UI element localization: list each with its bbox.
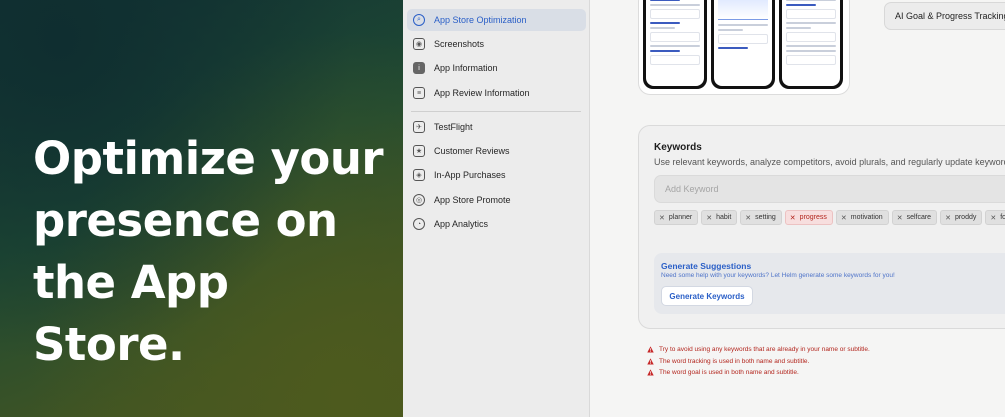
- warning-text: The word goal is used in both name and s…: [659, 369, 799, 377]
- keyword-tag-label: motivation: [850, 214, 883, 221]
- keyword-tag[interactable]: ✕ motivation: [835, 210, 889, 225]
- warning-text: Try to avoid using any keywords that are…: [659, 346, 870, 354]
- warning-triangle-icon: [647, 346, 654, 353]
- hero-title: Optimize your presence on the App Store.: [33, 128, 393, 376]
- hero-title-line: Optimize your: [33, 132, 384, 185]
- keyword-tag-label: proddy: [954, 214, 977, 221]
- tag-icon: ◈: [413, 169, 425, 181]
- sidebar-item-app-store-optimization[interactable]: ⌕ App Store Optimization: [407, 9, 586, 31]
- sidebar-item-label: Screenshots: [434, 39, 485, 49]
- screenshot-gallery: Monitor achievements regularly: [638, 0, 850, 95]
- warning-triangle-icon: [647, 358, 654, 365]
- screenshot-phone[interactable]: [643, 0, 707, 89]
- remove-tag-icon[interactable]: ✕: [745, 214, 751, 222]
- sidebar-item-label: In-App Purchases: [434, 170, 506, 180]
- hero-title-line: presence on: [33, 194, 338, 247]
- app-window: ⌕ App Store Optimization ◉ Screenshots i…: [403, 0, 1005, 417]
- screenshot-preview: [646, 0, 704, 86]
- generate-keywords-button[interactable]: Generate Keywords: [661, 286, 753, 306]
- info-icon: i: [413, 62, 425, 74]
- sidebar-item-app-information[interactable]: i App Information: [407, 57, 586, 79]
- remove-tag-icon[interactable]: ✕: [659, 214, 665, 222]
- pie-chart-icon: ◔: [413, 218, 425, 230]
- screenshot-caption: Monitor achievements regularly: [719, 55, 767, 80]
- sidebar-item-customer-reviews[interactable]: ★ Customer Reviews: [407, 140, 586, 162]
- sidebar-item-label: App Analytics: [434, 219, 489, 229]
- subtitle-field[interactable]: AI Goal & Progress Tracking: [884, 2, 1005, 30]
- keyword-tag-label: progress: [799, 214, 827, 221]
- remove-tag-icon[interactable]: ✕: [897, 214, 903, 222]
- hero-title-line: the App Store.: [33, 256, 229, 371]
- target-icon: ◎: [413, 194, 425, 206]
- keywords-card: Keywords Use relevant keywords, analyze …: [638, 125, 1005, 329]
- keyword-tag[interactable]: ✕ setting: [740, 210, 782, 225]
- sidebar-item-label: App Review Information: [434, 88, 530, 98]
- sidebar-item-testflight[interactable]: ✈ TestFlight: [407, 116, 586, 138]
- keywords-title: Keywords: [654, 142, 702, 153]
- keywords-description: Use relevant keywords, analyze competito…: [654, 157, 1005, 167]
- sidebar-item-app-review-information[interactable]: ≡ App Review Information: [407, 82, 586, 104]
- sidebar-item-label: App Information: [434, 63, 498, 73]
- sidebar-item-app-store-promote[interactable]: ◎ App Store Promote: [407, 189, 586, 211]
- sidebar-divider: [411, 111, 581, 112]
- add-keyword-input[interactable]: [654, 175, 1005, 203]
- keyword-tag[interactable]: ✕ habit: [701, 210, 738, 225]
- generate-suggestions-panel: Generate Suggestions Need some help with…: [654, 253, 1005, 314]
- keyword-tag-label: setting: [755, 214, 776, 221]
- review-icon: ≡: [413, 87, 425, 99]
- suggestions-subtitle: Need some help with your keywords? Let H…: [661, 272, 895, 279]
- remove-tag-icon[interactable]: ✕: [841, 214, 847, 222]
- keyword-tag-list: ✕ planner ✕ habit ✕ setting ✕ progress ✕ moti…: [654, 210, 1005, 225]
- sidebar-item-label: Customer Reviews: [434, 146, 510, 156]
- sidebar-item-label: App Store Optimization: [434, 15, 527, 25]
- keyword-tag[interactable]: ✕ proddy: [940, 210, 983, 225]
- remove-tag-icon[interactable]: ✕: [945, 214, 951, 222]
- warning-text: The word tracking is used in both name a…: [659, 357, 810, 365]
- warning-row: The word tracking is used in both name a…: [647, 356, 870, 368]
- testflight-icon: ✈: [413, 121, 425, 133]
- keyword-tag[interactable]: ✕ focus: [985, 210, 1005, 225]
- remove-tag-icon[interactable]: ✕: [706, 214, 712, 222]
- warning-row: Try to avoid using any keywords that are…: [647, 344, 870, 356]
- sidebar-item-label: TestFlight: [434, 122, 473, 132]
- keyword-tag-warning[interactable]: ✕ progress: [784, 210, 833, 225]
- suggestions-title: Generate Suggestions: [661, 261, 752, 271]
- remove-tag-icon[interactable]: ✕: [790, 214, 796, 222]
- hero-panel: Optimize your presence on the App Store.: [0, 0, 403, 417]
- sidebar-item-screenshots[interactable]: ◉ Screenshots: [407, 33, 586, 55]
- warning-triangle-icon: [647, 369, 654, 376]
- screenshot-preview: [782, 0, 840, 86]
- keyword-tag-label: focus: [1000, 214, 1005, 221]
- keyword-tag[interactable]: ✕ selfcare: [891, 210, 938, 225]
- screenshot-phone[interactable]: [779, 0, 843, 89]
- camera-icon: ◉: [413, 38, 425, 50]
- main-content: Monitor achievements regularly AI Goal &…: [591, 0, 1005, 417]
- sidebar-item-in-app-purchases[interactable]: ◈ In-App Purchases: [407, 164, 586, 186]
- keyword-tag-label: selfcare: [906, 214, 932, 221]
- keyword-tag[interactable]: ✕ planner: [654, 210, 699, 225]
- star-icon: ★: [413, 145, 425, 157]
- sidebar: ⌕ App Store Optimization ◉ Screenshots i…: [403, 0, 590, 417]
- sidebar-item-label: App Store Promote: [434, 195, 511, 205]
- remove-tag-icon[interactable]: ✕: [990, 214, 996, 222]
- screenshot-phone[interactable]: Monitor achievements regularly: [711, 0, 775, 89]
- keyword-tag-label: habit: [716, 214, 732, 221]
- keyword-warnings: Try to avoid using any keywords that are…: [647, 344, 870, 379]
- warning-row: The word goal is used in both name and s…: [647, 367, 870, 379]
- sidebar-item-app-analytics[interactable]: ◔ App Analytics: [407, 213, 586, 235]
- keyword-tag-label: planner: [668, 214, 693, 221]
- magnifier-icon: ⌕: [413, 14, 425, 26]
